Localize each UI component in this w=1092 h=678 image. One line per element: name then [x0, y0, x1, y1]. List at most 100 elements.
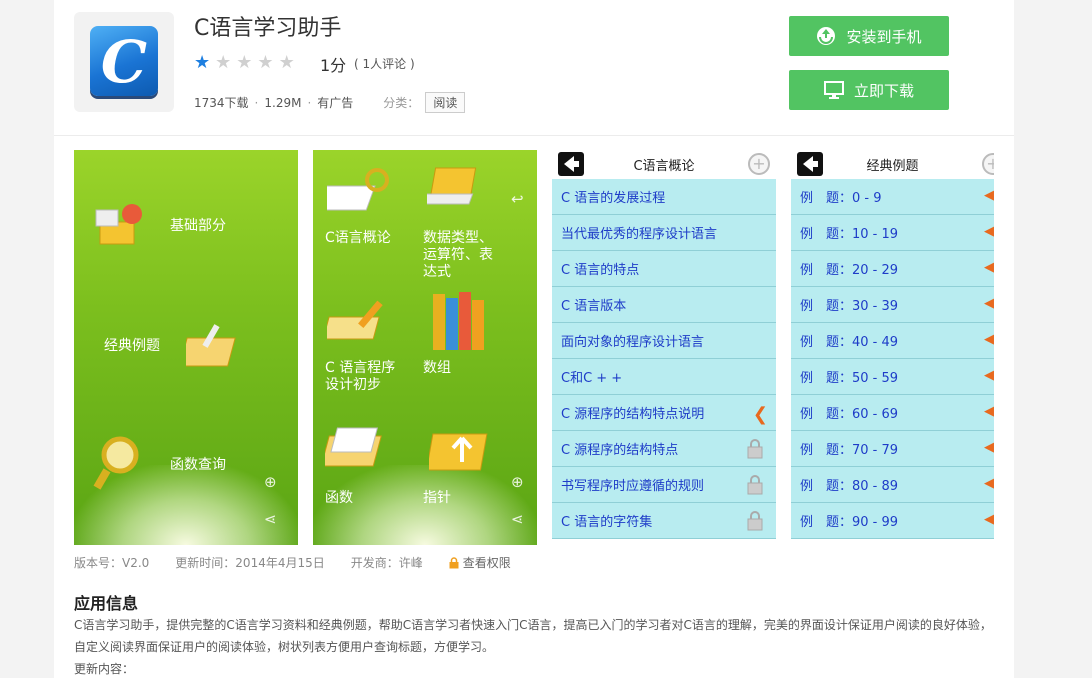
star-empty-icon: ★	[257, 52, 274, 73]
magnifier-icon	[93, 436, 139, 490]
lock-icon	[747, 475, 763, 495]
add-icon[interactable]: +	[982, 153, 994, 175]
screenshot-2[interactable]: C语言概论 数据类型、 运算符、表 达式 ↩ C 语言程序 设计初步 数组 函数…	[313, 150, 537, 545]
lock-icon	[747, 511, 763, 531]
lock-icon	[747, 439, 763, 459]
list-item[interactable]: 例 题：0 - 9 ◀	[791, 179, 994, 215]
app-description: C语言学习助手，提供完整的C语言学习资料和经典例题，帮助C语言学习者快速入门C语…	[74, 614, 994, 678]
chevron-left-icon: ◀	[984, 404, 994, 419]
chevron-left-icon: ◀	[984, 260, 994, 275]
list-item[interactable]: C 语言的发展过程	[552, 179, 776, 215]
star-empty-icon: ★	[278, 52, 295, 73]
developer: 开发商：许峰	[350, 556, 423, 570]
install-to-phone-button[interactable]: 安装到手机	[789, 16, 949, 56]
app-info-heading: 应用信息	[74, 594, 139, 613]
screenshot-1[interactable]: 基础部分 经典例题 函数查询 ⊕ ⋖	[74, 150, 298, 545]
back-arrow-icon[interactable]	[558, 152, 584, 176]
list-item[interactable]: 例 题：90 - 99 ◀	[791, 503, 994, 539]
chevron-left-icon: ◀	[984, 440, 994, 455]
phone-sync-icon	[817, 27, 836, 45]
chevron-left-icon: ◀	[984, 224, 994, 239]
star-empty-icon: ★	[236, 52, 253, 73]
list-item[interactable]: C 语言的特点	[552, 251, 776, 287]
menu-program-design[interactable]: C 语言程序 设计初步	[325, 360, 395, 394]
list-item[interactable]: C和C + +	[552, 359, 776, 395]
lock-icon	[449, 556, 459, 568]
list-item[interactable]: 当代最优秀的程序设计语言	[552, 215, 776, 251]
notebook-icon	[186, 324, 236, 367]
download-button-label: 立即下载	[853, 81, 914, 100]
category-label: 分类：	[383, 96, 420, 110]
back-arrow-icon[interactable]	[797, 152, 823, 176]
laptop-icon	[427, 167, 477, 205]
update-content-label: 更新内容：	[74, 662, 135, 676]
star-empty-icon: ★	[215, 52, 232, 73]
app-detail-card: C C语言学习助手 ★ ★ ★ ★ ★ 1分 ( 1人评论 ) 1734下载 ·…	[54, 0, 1014, 678]
share-icon[interactable]: ⋖	[264, 510, 277, 528]
list-item[interactable]: 例 题：70 - 79 ◀	[791, 431, 994, 467]
review-count[interactable]: ( 1人评论 )	[354, 55, 415, 72]
list-item[interactable]: 面向对象的程序设计语言	[552, 323, 776, 359]
app-icon: C	[90, 26, 158, 96]
menu-data-types[interactable]: 数据类型、 运算符、表 达式	[423, 230, 493, 281]
documents-icon	[325, 427, 382, 467]
menu-functions[interactable]: 函数	[325, 490, 353, 507]
list-title: C语言概论	[633, 158, 695, 174]
chapter-list: C 语言的发展过程 当代最优秀的程序设计语言 C 语言的特点 C 语言版本 面向…	[552, 179, 776, 539]
ads-note: 有广告	[317, 96, 354, 110]
undo-icon[interactable]: ↩	[511, 190, 524, 208]
view-permissions-link[interactable]: 查看权限	[449, 554, 537, 571]
add-icon[interactable]: +	[748, 153, 770, 175]
zoom-in-icon[interactable]: ⊕	[511, 473, 524, 491]
monitor-icon	[823, 81, 844, 99]
list-item[interactable]: 例 题：40 - 49 ◀	[791, 323, 994, 359]
app-header: C C语言学习助手 ★ ★ ★ ★ ★ 1分 ( 1人评论 ) 1734下载 ·…	[54, 0, 1014, 136]
list-item[interactable]: C 源程序的结构特点说明 ❮	[552, 395, 776, 431]
list-item[interactable]: 例 题：50 - 59 ◀	[791, 359, 994, 395]
chevron-left-icon: ❮	[752, 404, 768, 425]
version-number: 版本号：V2.0	[74, 556, 150, 570]
chevron-left-icon: ◀	[984, 476, 994, 491]
app-title: C语言学习助手	[194, 16, 342, 41]
list-item[interactable]: 例 题：20 - 29 ◀	[791, 251, 994, 287]
menu-pointers[interactable]: 指针	[423, 490, 451, 507]
chevron-left-icon: ◀	[984, 512, 994, 527]
version-info: 版本号：V2.0 更新时间：2014年4月15日 开发商：许峰 查看权限	[74, 554, 563, 571]
list-item[interactable]: 书写程序时应遵循的规则	[552, 467, 776, 503]
zoom-in-icon[interactable]: ⊕	[264, 473, 277, 491]
list-item[interactable]: 例 题：10 - 19 ◀	[791, 215, 994, 251]
download-count: 1734下载	[194, 96, 249, 110]
list-header: C语言概论 +	[552, 150, 776, 178]
screenshot-4[interactable]: 经典例题 + 例 题：0 - 9 ◀ 例 题：10 - 19 ◀ 例 题：20 - …	[791, 150, 994, 545]
list-header: 经典例题 +	[791, 150, 994, 178]
list-title: 经典例题	[866, 158, 919, 174]
chevron-left-icon: ◀	[984, 332, 994, 347]
category-tag[interactable]: 阅读	[425, 92, 466, 113]
menu-examples[interactable]: 经典例题	[104, 338, 160, 355]
share-icon[interactable]: ⋖	[511, 510, 524, 528]
books-icon	[433, 292, 484, 350]
list-item[interactable]: C 语言的字符集	[552, 503, 776, 539]
menu-basics[interactable]: 基础部分	[170, 218, 226, 235]
star-filled-icon: ★	[194, 52, 211, 73]
chevron-left-icon: ◀	[984, 188, 994, 203]
screenshot-3[interactable]: C语言概论 + C 语言的发展过程 当代最优秀的程序设计语言 C 语言的特点 C…	[552, 150, 776, 545]
list-item[interactable]: 例 题：80 - 89 ◀	[791, 467, 994, 503]
install-button-label: 安装到手机	[846, 27, 922, 46]
chevron-left-icon: ◀	[984, 296, 994, 311]
update-time: 更新时间：2014年4月15日	[175, 556, 325, 570]
screenshot-gallery[interactable]: 基础部分 经典例题 函数查询 ⊕ ⋖ C语言概论 数据类型、 运算符、表 达式 …	[74, 150, 994, 545]
app-meta: 1734下载 · 1.29M · 有广告 分类： 阅读	[194, 92, 466, 113]
list-item[interactable]: 例 题：60 - 69 ◀	[791, 395, 994, 431]
app-size: 1.29M	[264, 95, 302, 110]
menu-arrays[interactable]: 数组	[423, 360, 451, 377]
rating-stars: ★ ★ ★ ★ ★	[194, 52, 295, 74]
list-item[interactable]: C 源程序的结构特点	[552, 431, 776, 467]
menu-function-lookup[interactable]: 函数查询	[170, 457, 226, 474]
blocks-icon	[95, 204, 142, 245]
list-item[interactable]: C 语言版本	[552, 287, 776, 323]
list-item[interactable]: 例 题：30 - 39 ◀	[791, 287, 994, 323]
chevron-left-icon: ◀	[984, 368, 994, 383]
download-now-button[interactable]: 立即下载	[789, 70, 949, 110]
menu-c-overview[interactable]: C语言概论	[325, 230, 391, 247]
